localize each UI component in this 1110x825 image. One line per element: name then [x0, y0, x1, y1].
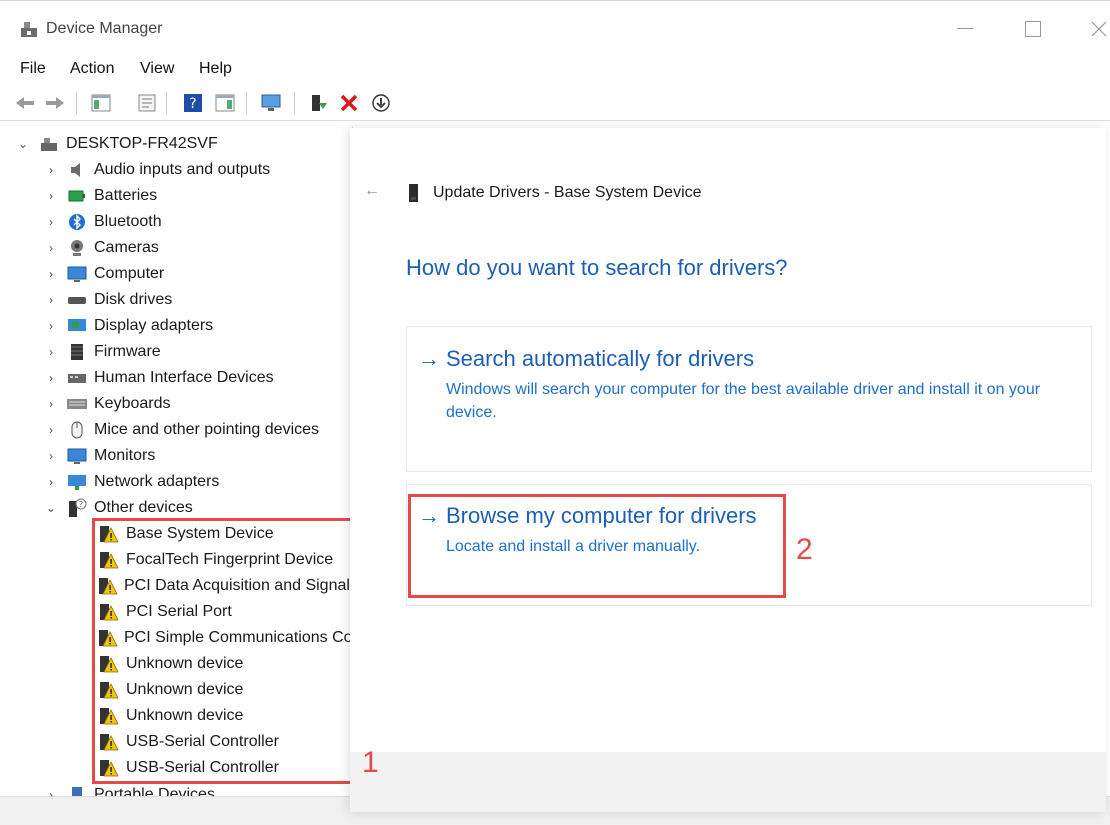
tree-root[interactable]: ⌄ DESKTOP-FR42SVF — [16, 131, 218, 157]
device-manager-icon — [20, 20, 38, 38]
disk-drive-icon — [66, 290, 88, 310]
option-arrow-icon: → — [418, 346, 440, 371]
tree-item-label: Disk drives — [94, 291, 173, 308]
monitor-icon — [66, 446, 88, 466]
firmware-icon — [66, 342, 88, 362]
chevron-right-icon[interactable]: › — [44, 293, 58, 307]
chevron-right-icon[interactable]: › — [44, 397, 58, 411]
maximize-button[interactable] — [1018, 14, 1048, 44]
tree-item-network-adapters[interactable]: › Network adapters — [44, 469, 219, 495]
chevron-down-icon[interactable]: ⌄ — [44, 501, 58, 515]
menu-action[interactable]: Action — [70, 60, 114, 78]
chevron-right-icon[interactable]: › — [44, 319, 58, 333]
show-hide-console-tree-icon[interactable] — [90, 92, 112, 114]
menu-view[interactable]: View — [140, 60, 174, 78]
tree-item-batteries[interactable]: › Batteries — [44, 183, 157, 209]
chevron-right-icon[interactable]: › — [44, 345, 58, 359]
unknown-device-icon: ? — [66, 498, 88, 518]
chevron-right-icon[interactable]: › — [44, 449, 58, 463]
tree-item-label: Bluetooth — [94, 213, 162, 230]
option-description: Windows will search your computer for th… — [446, 381, 1041, 421]
title-bar — [0, 0, 1110, 55]
chevron-right-icon[interactable]: › — [44, 371, 58, 385]
annotation-box-2 — [408, 494, 786, 598]
network-adapter-icon — [66, 472, 88, 492]
update-driver-icon[interactable] — [308, 92, 330, 114]
camera-icon — [66, 238, 88, 258]
tree-item-human-interface-devices[interactable]: › Human Interface Devices — [44, 365, 274, 391]
tree-item-label: Human Interface Devices — [94, 369, 274, 386]
download-icon[interactable] — [370, 92, 392, 114]
mouse-icon — [66, 420, 88, 440]
chevron-right-icon[interactable]: › — [44, 163, 58, 177]
annotation-number-1: 1 — [362, 746, 379, 779]
forward-icon[interactable] — [44, 92, 66, 114]
bluetooth-icon — [66, 212, 88, 232]
tree-item-disk-drives[interactable]: › Disk drives — [44, 287, 172, 313]
device-icon — [408, 183, 420, 208]
tree-item-firmware[interactable]: › Firmware — [44, 339, 161, 365]
tree-item-audio-inputs-and-outputs[interactable]: › Audio inputs and outputs — [44, 157, 270, 183]
chevron-right-icon[interactable]: › — [44, 241, 58, 255]
tree-item-keyboards[interactable]: › Keyboards — [44, 391, 171, 417]
toolbar-separator — [246, 92, 247, 114]
tree-item-label: Network adapters — [94, 473, 220, 490]
chevron-down-icon[interactable]: ⌄ — [16, 137, 30, 151]
tree-item-monitors[interactable]: › Monitors — [44, 443, 155, 469]
tree-item-label: Cameras — [94, 239, 159, 256]
tree-item-cameras[interactable]: › Cameras — [44, 235, 159, 261]
annotation-box-1 — [92, 518, 356, 784]
menu-help[interactable]: Help — [199, 60, 232, 78]
tree-item-label: Batteries — [94, 187, 158, 204]
help-icon[interactable]: ? — [182, 92, 204, 114]
tree-item-label: Keyboards — [94, 395, 171, 412]
chevron-right-icon[interactable]: › — [44, 215, 58, 229]
svg-text:?: ? — [189, 96, 196, 112]
hid-icon — [66, 368, 88, 388]
scan-hardware-icon[interactable] — [260, 92, 282, 114]
close-button[interactable] — [1084, 14, 1110, 44]
tree-item-label: Computer — [94, 265, 165, 282]
annotation-number-2: 2 — [796, 533, 813, 566]
tree-item-label: Other devices — [94, 499, 193, 516]
wizard-header: Update Drivers - Base System Device — [433, 184, 702, 201]
svg-text:?: ? — [79, 500, 83, 509]
chevron-right-icon[interactable]: › — [44, 189, 58, 203]
keyboard-icon — [66, 394, 88, 414]
battery-icon — [66, 186, 88, 206]
uninstall-icon[interactable] — [338, 92, 360, 114]
back-arrow-icon[interactable]: ← — [364, 182, 380, 200]
chevron-right-icon[interactable]: › — [44, 267, 58, 281]
toolbar-separator — [166, 92, 167, 114]
tree-item-computer[interactable]: › Computer — [44, 261, 164, 287]
chevron-right-icon[interactable]: › — [44, 423, 58, 437]
back-icon[interactable] — [14, 92, 36, 114]
chevron-right-icon[interactable]: › — [44, 475, 58, 489]
tree-item-label: Audio inputs and outputs — [94, 161, 271, 178]
computer-tree-icon — [38, 134, 60, 154]
toolbar-separator — [294, 92, 295, 114]
tree-item-label: Monitors — [94, 447, 156, 464]
display-adapter-icon — [66, 316, 88, 336]
wizard-question: How do you want to search for drivers? — [406, 255, 788, 280]
action-pane-icon[interactable] — [214, 92, 236, 114]
tree-root-label: DESKTOP-FR42SVF — [66, 135, 218, 152]
option-title[interactable]: Search automatically for drivers — [446, 346, 754, 372]
tree-item-label: Mice and other pointing devices — [94, 421, 320, 438]
tree-item-mice-and-other-pointing-devices[interactable]: › Mice and other pointing devices — [44, 417, 319, 443]
toolbar-separator — [76, 92, 77, 114]
wizard-footer — [350, 752, 1106, 812]
tree-item-label: Firmware — [94, 343, 161, 360]
minimize-button[interactable] — [950, 14, 980, 44]
properties-icon[interactable] — [136, 92, 158, 114]
speaker-icon — [66, 160, 88, 180]
window-title: Device Manager — [46, 20, 163, 37]
computer-icon — [66, 264, 88, 284]
tree-item-bluetooth[interactable]: › Bluetooth — [44, 209, 162, 235]
tree-item-display-adapters[interactable]: › Display adapters — [44, 313, 213, 339]
menu-file[interactable]: File — [20, 60, 46, 78]
tree-item-label: Display adapters — [94, 317, 214, 334]
